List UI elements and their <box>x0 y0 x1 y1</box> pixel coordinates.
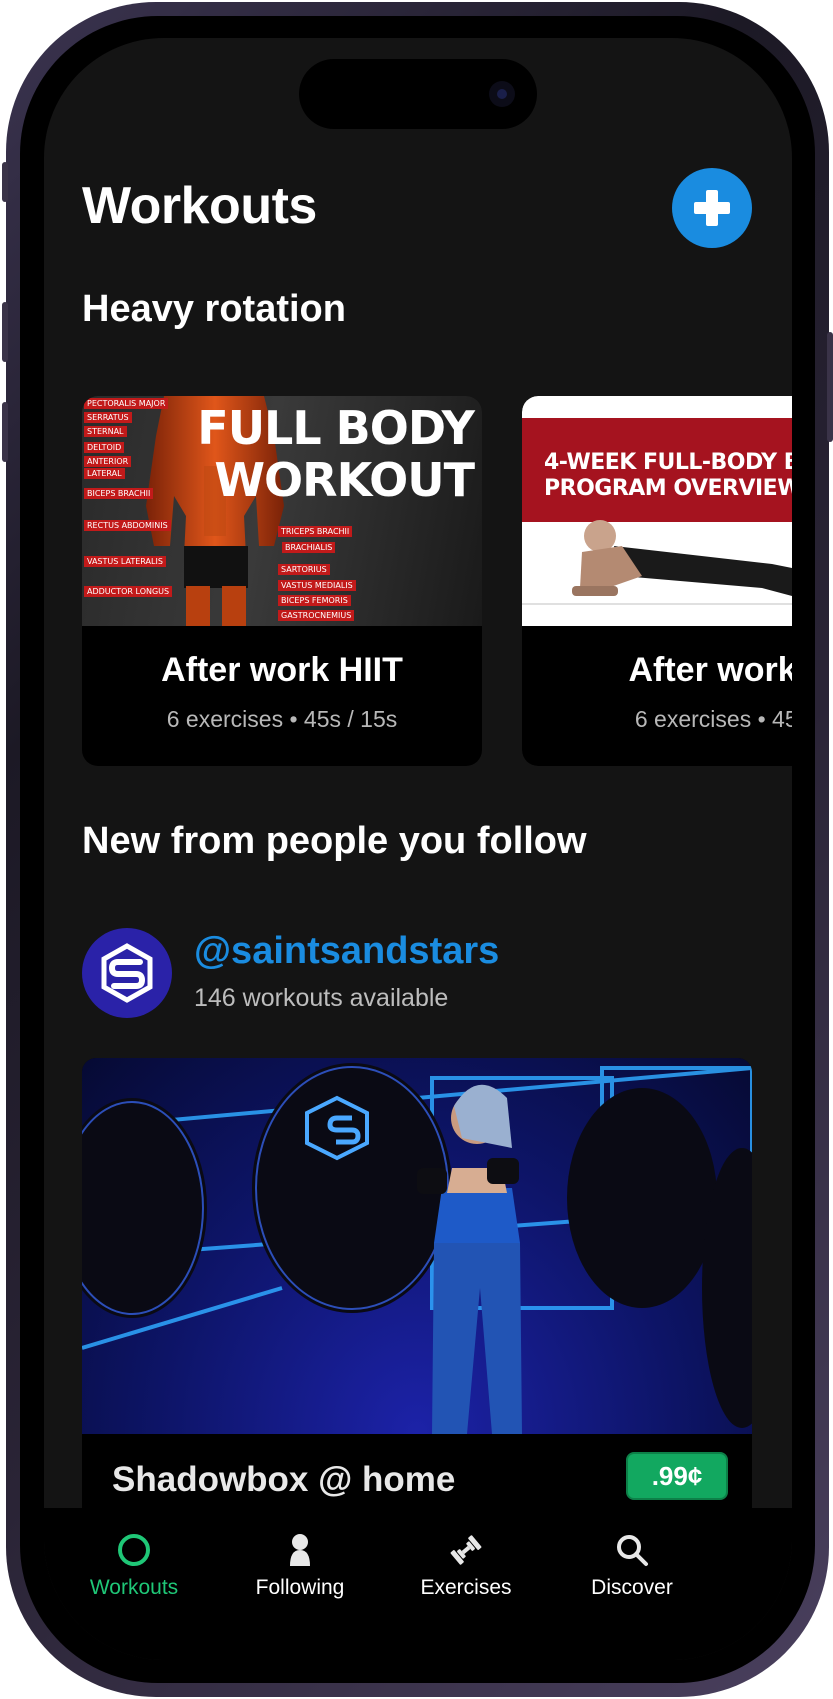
tab-label: Workouts <box>89 1576 179 1599</box>
card-thumbnail: FULL BODY WORKOUT PECTORALIS MAJOR SERRA… <box>82 396 482 626</box>
tab-label: Exercises <box>420 1576 512 1599</box>
card-title: After work I <box>628 651 792 689</box>
tab-bar: Workouts Following Exercises Discover <box>44 1508 792 1660</box>
muscle-label: BICEPS BRACHII <box>84 488 154 499</box>
rotation-card-after-work-hiit[interactable]: FULL BODY WORKOUT PECTORALIS MAJOR SERRA… <box>82 396 482 766</box>
tab-exercises[interactable]: Exercises <box>376 1530 556 1600</box>
action-button <box>2 162 8 202</box>
muscle-label: BICEPS FEMORIS <box>278 595 351 606</box>
muscle-label: PECTORALIS MAJOR <box>84 398 169 409</box>
card-title: After work HIIT <box>161 651 403 689</box>
muscle-label: DELTOID <box>84 442 125 453</box>
page-title: Workouts <box>82 177 317 235</box>
volume-up-button <box>2 302 8 362</box>
app-screen: Workouts Heavy rotation FULL BODY WORKOU… <box>44 38 792 1660</box>
power-button <box>827 332 833 442</box>
dumbbell-icon <box>450 1535 482 1565</box>
price-badge[interactable]: .99¢ <box>626 1452 728 1500</box>
muscle-label: ADDUCTOR LONGUS <box>84 586 173 597</box>
poster-title-text: FULL BODY WORKOUT <box>197 401 475 507</box>
plank-figure-image <box>522 520 792 605</box>
magnifier-icon <box>617 1535 648 1566</box>
rotation-card-after-work-2[interactable]: 4-WEEK FULL-BODY BURN PROGRAM OVERVIEW A… <box>522 396 792 766</box>
tab-discover[interactable]: Discover <box>542 1530 722 1600</box>
muscle-label: VASTUS LATERALIS <box>84 556 166 567</box>
section-heavy-rotation-title: Heavy rotation <box>82 288 346 330</box>
rotation-card-clip: 4-WEEK FULL-BODY BURN PROGRAM OVERVIEW A… <box>522 396 792 766</box>
featured-workout-card[interactable]: Shadowbox @ home .99¢ <box>82 1058 752 1528</box>
creator-workout-count: 146 workouts available <box>194 984 449 1012</box>
muscle-label: GASTROCNEMIUS <box>278 610 355 621</box>
muscle-label: SERRATUS <box>84 412 132 423</box>
card-meta: 6 exercises • 45s / 15s <box>166 706 398 732</box>
muscle-label: SARTORIUS <box>278 564 330 575</box>
ring-icon <box>118 1534 150 1566</box>
muscle-label: VASTUS MEDIALIS <box>278 580 356 591</box>
add-workout-button[interactable] <box>672 168 752 248</box>
person-icon <box>290 1534 310 1566</box>
card-meta: 6 exercises • 45s <box>634 706 792 732</box>
tab-label: Discover <box>591 1576 673 1599</box>
muscle-label: STERNAL <box>84 426 127 437</box>
boxing-gym-image <box>82 1058 752 1434</box>
section-following-title: New from people you follow <box>82 820 587 862</box>
muscle-label: TRICEPS BRACHII <box>278 526 353 537</box>
card-thumbnail: 4-WEEK FULL-BODY BURN PROGRAM OVERVIEW <box>522 396 792 626</box>
muscle-label: RECTUS ABDOMINIS <box>84 520 171 531</box>
volume-down-button <box>2 402 8 462</box>
creator-handle-link[interactable]: @saintsandstars <box>194 930 499 973</box>
featured-workout-title: Shadowbox @ home <box>112 1460 456 1499</box>
muscle-label: BRACHIALIS <box>282 542 336 553</box>
creator-avatar[interactable] <box>82 928 172 1018</box>
muscle-label: LATERAL <box>84 468 125 479</box>
camera-icon <box>489 81 515 107</box>
muscle-label: ANTERIOR <box>84 456 132 467</box>
tab-label: Following <box>255 1576 345 1599</box>
dynamic-island <box>299 59 537 129</box>
saints-logo-icon <box>101 943 153 1003</box>
tab-workouts[interactable]: Workouts <box>44 1530 224 1600</box>
tab-following[interactable]: Following <box>210 1530 390 1600</box>
